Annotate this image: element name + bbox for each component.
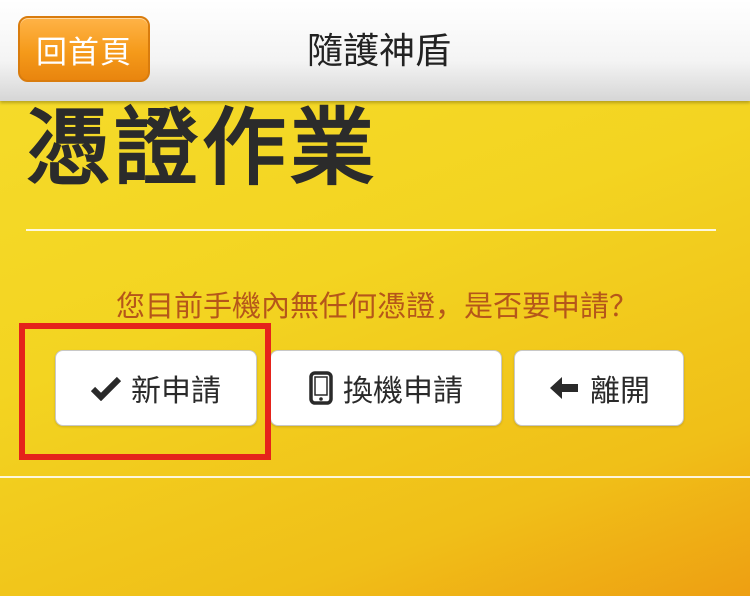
new-apply-button[interactable]: 新申請 <box>55 350 257 426</box>
switch-device-label: 換機申請 <box>343 374 463 409</box>
page-title: 憑證作業 <box>26 99 379 197</box>
arrow-left-icon <box>548 375 580 401</box>
header-bar: 回首頁 隨護神盾 <box>0 0 750 101</box>
app-title: 隨護神盾 <box>306 31 451 72</box>
new-apply-label: 新申請 <box>131 374 221 409</box>
leave-button[interactable]: 離開 <box>514 350 684 426</box>
switch-device-apply-button[interactable]: 換機申請 <box>270 350 502 426</box>
app-screen: 回首頁 隨護神盾 憑證作業 您目前手機內無任何憑證，是否要申請？ 新申請 換機申… <box>0 0 750 596</box>
divider <box>26 229 716 231</box>
leave-label: 離開 <box>590 374 650 409</box>
divider <box>0 476 750 478</box>
prompt-message: 您目前手機內無任何憑證，是否要申請？ <box>115 289 638 323</box>
check-icon <box>91 375 121 401</box>
mobile-phone-icon <box>309 371 333 405</box>
